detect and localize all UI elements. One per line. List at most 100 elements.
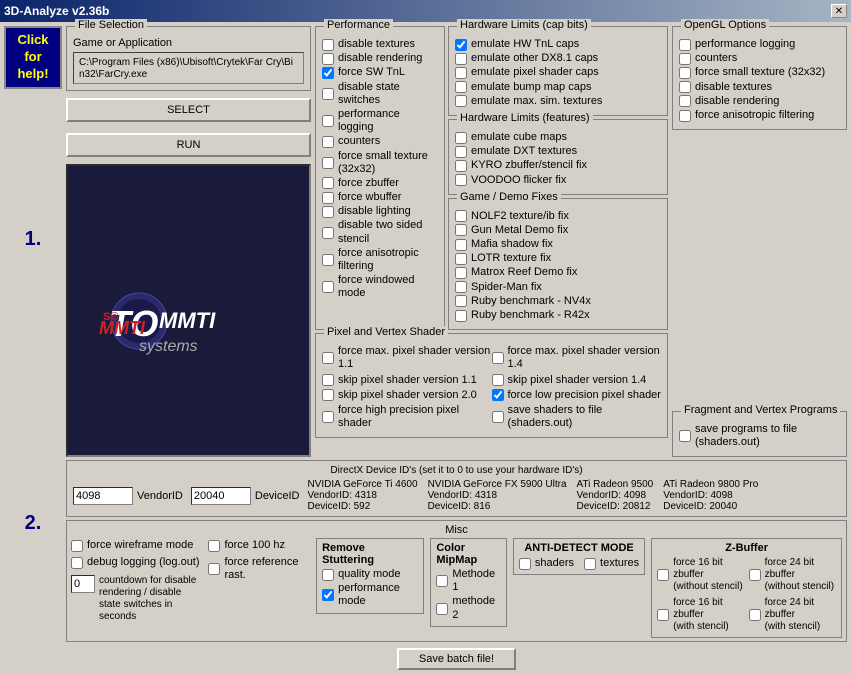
device-id-label: DeviceID	[255, 490, 300, 502]
hw-cap-options-cb-0[interactable]	[455, 39, 467, 51]
card-name-3: ATi Radeon 9800 Pro	[663, 479, 758, 490]
game-demo-options-cb-0[interactable]	[455, 210, 467, 222]
game-demo-options-cb-7[interactable]	[455, 310, 467, 322]
performance-options-cb-4[interactable]	[322, 115, 334, 127]
hw-cap-options-cb-1[interactable]	[455, 53, 467, 65]
game-demo-options-cb-5[interactable]	[455, 281, 467, 293]
full-content: File Selection Game or Application C:\Pr…	[66, 26, 847, 670]
pv-options-cb-0[interactable]	[322, 352, 334, 364]
performance-options-lbl-9: disable lighting	[338, 205, 411, 218]
performance-options-cb-5[interactable]	[322, 136, 334, 148]
anti-detect-label: ANTI-DETECT MODE	[519, 542, 639, 554]
performance-options-cb-8[interactable]	[322, 192, 334, 204]
anti-detect-shaders-row: shaders	[519, 557, 574, 570]
game-demo-options-row-7: Ruby benchmark - R42x	[455, 309, 661, 322]
performance-options-cb-0[interactable]	[322, 39, 334, 51]
zbuffer-16-stencil-row: force 16 bit zbuffer(with stencil)	[657, 597, 744, 633]
zbuffer-16-stencil-checkbox[interactable]	[657, 609, 669, 621]
select-button[interactable]: SELECT	[66, 98, 311, 122]
game-demo-options-cb-2[interactable]	[455, 239, 467, 251]
card-vendor-3: VendorID: 4098	[663, 490, 758, 501]
zbuffer-24-nostencil-checkbox[interactable]	[749, 569, 761, 581]
game-demo-options-cb-1[interactable]	[455, 224, 467, 236]
opengl-options-cb-4[interactable]	[679, 95, 691, 107]
opengl-options-lbl-3: disable textures	[695, 81, 772, 94]
performance-options-cb-3[interactable]	[322, 88, 334, 100]
anti-detect-shaders-checkbox[interactable]	[519, 558, 531, 570]
misc-100hz-label: force 100 hz	[224, 539, 285, 552]
quality-mode-checkbox[interactable]	[322, 569, 334, 581]
performance-options-cb-10[interactable]	[322, 227, 334, 239]
hw-feat-options-cb-1[interactable]	[455, 146, 467, 158]
hw-feat-options-cb-2[interactable]	[455, 160, 467, 172]
performance-options-cb-7[interactable]	[322, 177, 334, 189]
hw-cap-options-cb-4[interactable]	[455, 95, 467, 107]
directx-ids-label: DirectX Device ID's (set it to 0 to use …	[73, 465, 840, 476]
game-demo-options-cb-6[interactable]	[455, 295, 467, 307]
performance-options-cb-1[interactable]	[322, 53, 334, 65]
pv-options-lbl-2: skip pixel shader version 1.1	[338, 374, 477, 387]
performance-options-cb-6[interactable]	[322, 157, 334, 169]
pv-options-cb-7[interactable]	[492, 411, 504, 423]
close-button[interactable]: ✕	[831, 4, 847, 18]
save-batch-button[interactable]: Save batch file!	[397, 648, 516, 670]
hw-cap-options-lbl-0: emulate HW TnL caps	[471, 38, 579, 51]
pv-options-cb-3[interactable]	[492, 374, 504, 386]
pv-options-row-0: force max. pixel shader version 1.1	[322, 345, 492, 371]
pv-options-lbl-7: save shaders to file (shaders.out)	[508, 404, 662, 430]
game-demo-options-cb-3[interactable]	[455, 253, 467, 265]
game-demo-options-cb-4[interactable]	[455, 267, 467, 279]
zbuffer-16-stencil-label: force 16 bit zbuffer(with stencil)	[673, 597, 744, 633]
anti-detect-textures-checkbox[interactable]	[584, 558, 596, 570]
pv-options-cb-4[interactable]	[322, 389, 334, 401]
hw-cap-options-cb-2[interactable]	[455, 67, 467, 79]
methode1-checkbox[interactable]	[436, 575, 448, 587]
card-name-2: ATi Radeon 9500	[577, 479, 654, 490]
misc-ref-checkbox[interactable]	[208, 563, 220, 575]
pv-options-cb-6[interactable]	[322, 411, 334, 423]
pv-options-lbl-1: force max. pixel shader version 1.4	[508, 345, 662, 371]
zbuffer-16-nostencil-checkbox[interactable]	[657, 569, 669, 581]
hardware-limits-feat-label: Hardware Limits (features)	[457, 112, 593, 124]
card-info-1: NVIDIA GeForce FX 5900 Ultra VendorID: 4…	[428, 479, 567, 512]
opengl-options-lbl-4: disable rendering	[695, 95, 779, 108]
performance-options-cb-2[interactable]	[322, 67, 334, 79]
countdown-label: countdown for disable rendering / disabl…	[99, 575, 202, 623]
hw-cap-options-cb-3[interactable]	[455, 81, 467, 93]
performance-options-cb-11[interactable]	[322, 254, 334, 266]
performance-options-row-10: disable two sided stencil	[322, 219, 438, 245]
misc-debug-checkbox[interactable]	[71, 557, 83, 569]
hw-feat-options-cb-3[interactable]	[455, 174, 467, 186]
opengl-options-cb-0[interactable]	[679, 39, 691, 51]
misc-100hz-checkbox[interactable]	[208, 540, 220, 552]
zbuffer-24-nostencil-row: force 24 bit zbuffer(without stencil)	[749, 557, 836, 593]
file-selection-group: File Selection Game or Application C:\Pr…	[66, 26, 311, 91]
performance-mode-checkbox[interactable]	[322, 589, 334, 601]
pv-options-cb-1[interactable]	[492, 352, 504, 364]
hw-feat-options-cb-0[interactable]	[455, 132, 467, 144]
pv-options-cb-5[interactable]	[492, 389, 504, 401]
pv-options-row-6: force high precision pixel shader	[322, 404, 492, 430]
performance-options-lbl-2: force SW TnL	[338, 66, 405, 79]
misc-wireframe-checkbox[interactable]	[71, 540, 83, 552]
device-id-input[interactable]	[191, 487, 251, 505]
vendor-id-input[interactable]	[73, 487, 133, 505]
performance-options-cb-9[interactable]	[322, 206, 334, 218]
countdown-input[interactable]	[71, 575, 95, 593]
performance-mode-label: performance mode	[338, 582, 418, 608]
run-button[interactable]: RUN	[66, 133, 311, 157]
click-help-box[interactable]: Click for help!	[4, 26, 62, 89]
zbuffer-16-nostencil-label: force 16 bit zbuffer(without stencil)	[673, 557, 744, 593]
performance-options-cb-12[interactable]	[322, 281, 334, 293]
card-info-3: ATi Radeon 9800 Pro VendorID: 4098 Devic…	[663, 479, 758, 512]
zbuffer-24-stencil-checkbox[interactable]	[749, 609, 761, 621]
opengl-options-cb-1[interactable]	[679, 53, 691, 65]
opengl-options-cb-5[interactable]	[679, 110, 691, 122]
opengl-options-cb-3[interactable]	[679, 81, 691, 93]
pv-options-cb-2[interactable]	[322, 374, 334, 386]
anti-detect-box: ANTI-DETECT MODE shaders textures	[513, 538, 645, 575]
fragment-options-cb-0[interactable]	[679, 430, 691, 442]
opengl-options-cb-2[interactable]	[679, 67, 691, 79]
methode2-checkbox[interactable]	[436, 603, 448, 615]
performance-options-row-2: force SW TnL	[322, 66, 438, 79]
